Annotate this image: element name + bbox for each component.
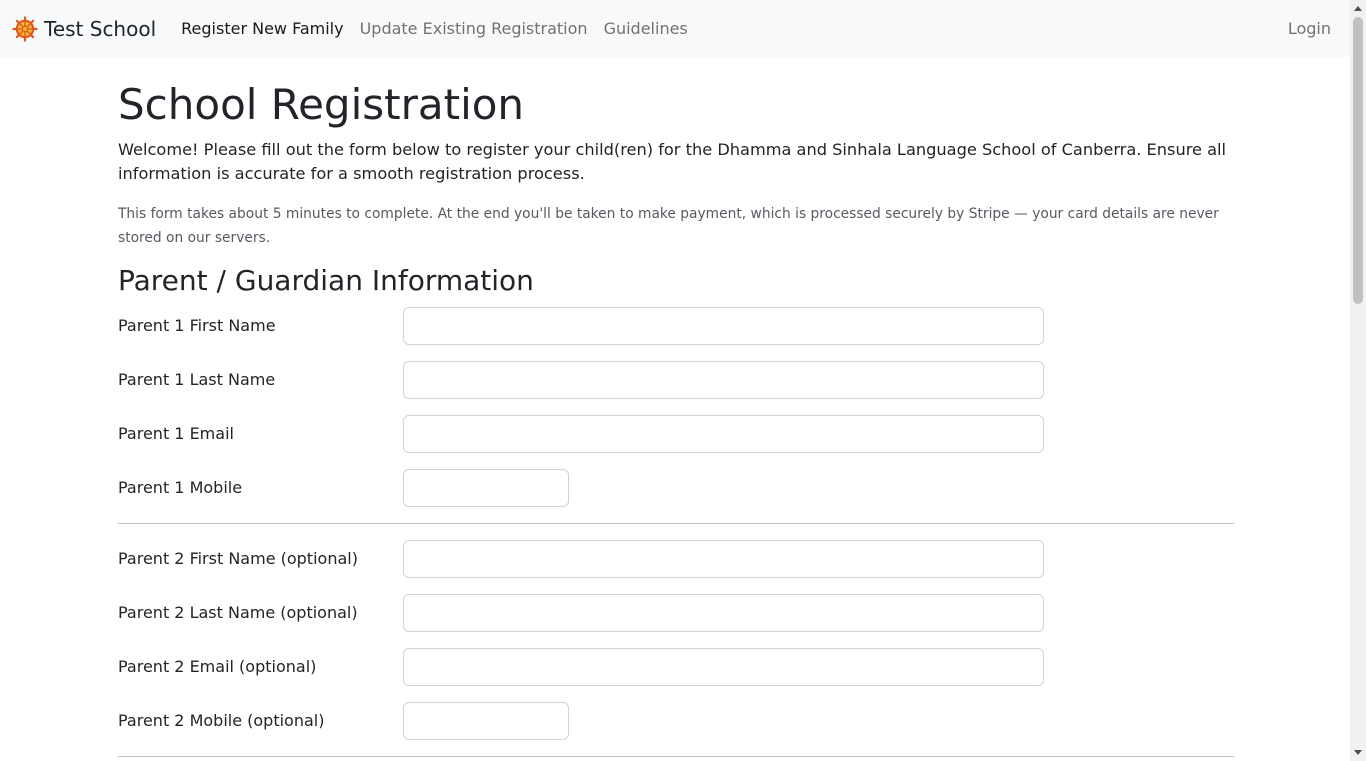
welcome-text: Welcome! Please fill out the form below …: [118, 140, 1227, 183]
section-divider: [118, 756, 1234, 757]
navbar: Test School Register New Family Update E…: [0, 0, 1350, 57]
form-row-parent1-first-name: Parent 1 First Name: [118, 307, 1234, 345]
brand[interactable]: Test School: [12, 15, 157, 42]
payment-note: This form takes about 5 minutes to compl…: [118, 206, 1219, 246]
parent1-first-name-input[interactable]: [403, 307, 1044, 345]
page-title: School Registration: [118, 80, 525, 129]
parent2-first-name-input[interactable]: [403, 540, 1044, 578]
nav-links: Register New Family Update Existing Regi…: [181, 19, 704, 38]
scroll-thumb[interactable]: [1353, 17, 1363, 304]
parent2-mobile-label: Parent 2 Mobile (optional): [118, 711, 325, 730]
nav-guidelines[interactable]: Guidelines: [604, 19, 688, 38]
parent2-last-name-input[interactable]: [403, 594, 1044, 632]
parent1-email-label: Parent 1 Email: [118, 424, 234, 443]
main-content: School Registration Welcome! Please fill…: [118, 80, 1234, 757]
login-link[interactable]: Login: [1288, 19, 1331, 38]
parent1-first-name-label: Parent 1 First Name: [118, 316, 276, 335]
brand-name: Test School: [44, 16, 157, 41]
parent2-mobile-input[interactable]: [403, 702, 569, 740]
section-title-parent-info: Parent / Guardian Information: [118, 264, 534, 297]
form-row-parent2-first-name: Parent 2 First Name (optional): [118, 540, 1234, 578]
form-row-parent2-last-name: Parent 2 Last Name (optional): [118, 594, 1234, 632]
nav-update-existing-registration[interactable]: Update Existing Registration: [360, 19, 588, 38]
form-row-parent1-last-name: Parent 1 Last Name: [118, 361, 1234, 399]
scroll-up-arrow-icon[interactable]: [1354, 6, 1362, 11]
dharma-wheel-icon: [12, 15, 38, 42]
parent1-last-name-label: Parent 1 Last Name: [118, 370, 276, 389]
form-row-parent2-email: Parent 2 Email (optional): [118, 648, 1234, 686]
parent2-email-label: Parent 2 Email (optional): [118, 657, 317, 676]
form-row-parent1-mobile: Parent 1 Mobile: [118, 469, 1234, 507]
form-row-parent2-mobile: Parent 2 Mobile (optional): [118, 702, 1234, 740]
section-divider: [118, 523, 1234, 524]
parent1-email-input[interactable]: [403, 415, 1044, 453]
parent1-mobile-input[interactable]: [403, 469, 569, 507]
parent1-mobile-label: Parent 1 Mobile: [118, 478, 243, 497]
parent2-last-name-label: Parent 2 Last Name (optional): [118, 603, 358, 622]
parent1-last-name-input[interactable]: [403, 361, 1044, 399]
form-row-parent1-email: Parent 1 Email: [118, 415, 1234, 453]
parent2-email-input[interactable]: [403, 648, 1044, 686]
nav-register-new-family[interactable]: Register New Family: [181, 19, 343, 38]
parent2-first-name-label: Parent 2 First Name (optional): [118, 549, 358, 568]
scrollbar[interactable]: [1350, 0, 1366, 761]
scroll-down-arrow-icon[interactable]: [1354, 750, 1362, 755]
